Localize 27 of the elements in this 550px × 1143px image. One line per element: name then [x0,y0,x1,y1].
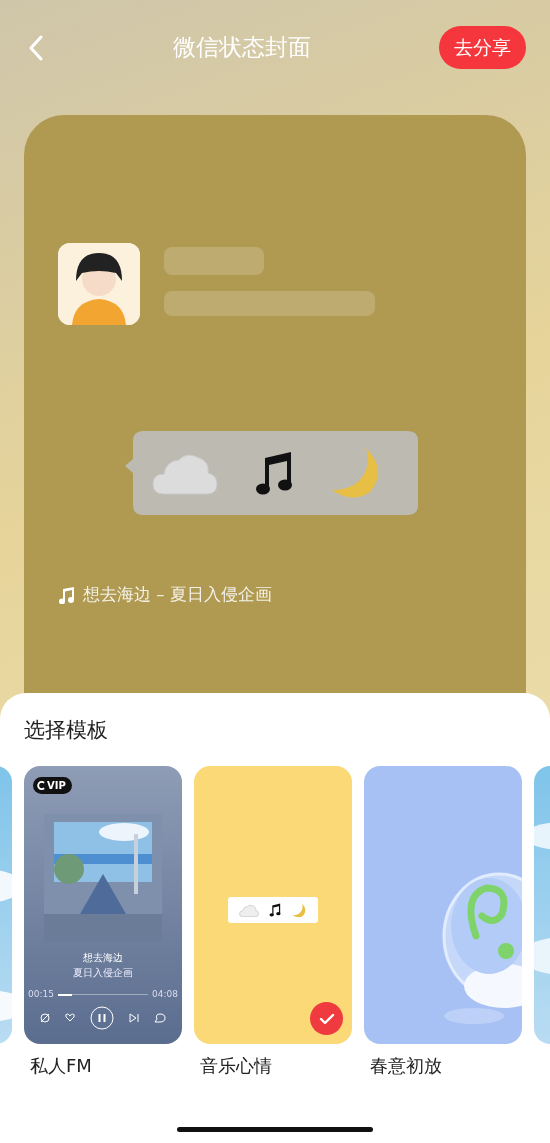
template-card[interactable] [194,766,352,1044]
moon-icon [291,902,307,918]
vip-badge: VIP [33,777,72,794]
sheet-title: 选择模板 [23,717,109,744]
template-label: 春意初放 [369,1054,443,1078]
share-button[interactable]: 去分享 [439,26,526,69]
total-time: 04:08 [152,988,178,1001]
music-note-icon [254,450,293,496]
artist-name: 夏日入侵企画 [73,966,133,980]
page-title: 微信状态封面 [172,33,311,63]
song-title: 想去海边 [83,951,123,965]
check-icon [310,1002,343,1035]
template-card[interactable]: VIP 想去海边 夏日入侵企画 00:15 04:08 [24,766,182,1044]
heart-icon [65,1013,75,1022]
template-label: 私人FM [29,1054,93,1078]
music-note-icon [269,903,282,917]
next-icon [129,1012,139,1023]
comment-icon [154,1012,166,1023]
cloud-icon [239,903,260,917]
back-icon[interactable] [28,34,44,61]
song-info: 想去海边 – 夏日入侵企画 [83,584,272,606]
elapsed-time: 00:15 [28,988,54,1001]
template-label: 音乐心情 [199,1054,273,1078]
avatar-icon [58,243,140,325]
music-note-icon [58,586,75,605]
pause-icon [90,1005,114,1030]
dislike-icon [40,1012,50,1023]
